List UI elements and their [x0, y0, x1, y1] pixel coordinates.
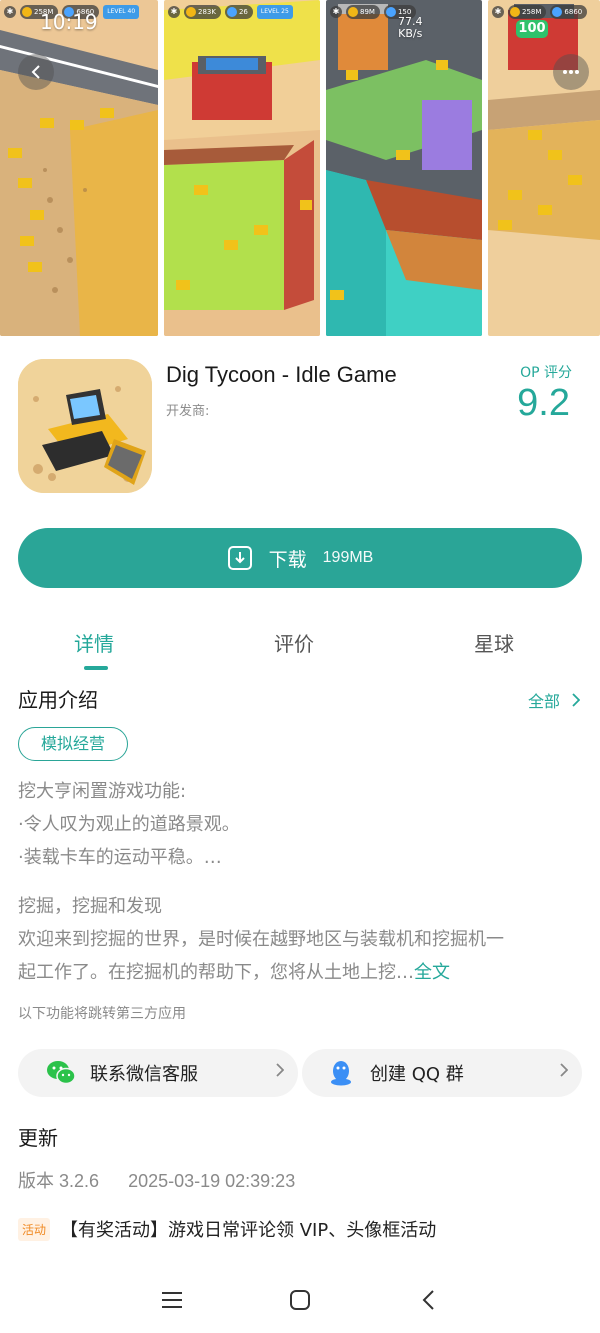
- wechat-icon: [46, 1058, 76, 1088]
- wechat-support-button[interactable]: 联系微信客服: [18, 1049, 298, 1097]
- nav-menu-button[interactable]: [152, 1280, 192, 1320]
- tab-active-indicator: [84, 666, 108, 670]
- screenshot-3[interactable]: ✱ 89M 150: [326, 0, 482, 336]
- home-icon: [290, 1290, 310, 1310]
- chevron-left-icon: [31, 65, 40, 79]
- activity-text: 【有奖活动】游戏日常评论领 VIP、头像框活动: [60, 1220, 437, 1241]
- back-icon: [422, 1290, 434, 1310]
- description-line: 挖掘，挖掘和发现: [18, 896, 162, 917]
- more-dots-icon: [563, 70, 579, 74]
- developer-label: 开发商:: [166, 404, 210, 419]
- update-date: 2025-03-19 02:39:23: [128, 1171, 296, 1191]
- update-title: 更新: [18, 1126, 58, 1150]
- download-icon: [227, 546, 252, 570]
- qq-icon: [326, 1058, 356, 1088]
- app-icon: [18, 359, 152, 493]
- read-more-link[interactable]: 全文: [414, 962, 450, 983]
- qq-group-label: 创建 QQ 群: [370, 1064, 464, 1085]
- gear-icon: ✱: [168, 6, 180, 18]
- activity-banner[interactable]: 活动 【有奖活动】游戏日常评论领 VIP、头像框活动: [18, 1216, 436, 1242]
- description-features: 挖大亨闲置游戏功能: ·令人叹为观止的道路景观。 ·装载卡车的运动平稳。…: [18, 775, 588, 874]
- qq-group-button[interactable]: 创建 QQ 群: [302, 1049, 582, 1097]
- level-badge: LEVEL 25: [256, 5, 293, 19]
- screenshot-2[interactable]: ✱ 283K 26 LEVEL 25: [164, 0, 320, 336]
- score-value: 9.2: [517, 382, 570, 424]
- intro-title: 应用介绍: [18, 688, 98, 712]
- tab-planet[interactable]: 星球: [474, 628, 514, 657]
- tab-reviews[interactable]: 评价: [274, 628, 314, 657]
- coin-counter: 89M: [346, 5, 380, 19]
- tab-details[interactable]: 详情: [74, 628, 114, 657]
- nav-home-button[interactable]: [280, 1280, 320, 1320]
- more-button[interactable]: [553, 54, 589, 90]
- description-body: 挖掘，挖掘和发现 欢迎来到挖掘的世界，是时候在越野地区与装载机和挖掘机一 起工作…: [18, 890, 588, 989]
- network-speed-unit: KB/s: [398, 27, 423, 40]
- gem-counter: 6860: [550, 5, 588, 19]
- description-text: 起工作了。在挖掘机的帮助下，您将从土地上挖…: [18, 962, 414, 983]
- score-label: OP 评分: [520, 365, 572, 381]
- gear-icon: ✱: [330, 6, 342, 18]
- coin-counter: 283K: [184, 5, 221, 19]
- download-button[interactable]: 下载 199MB: [18, 528, 582, 588]
- menu-icon: [162, 1292, 182, 1308]
- system-navbar: [0, 1266, 600, 1333]
- third-party-note: 以下功能将跳转第三方应用: [18, 1006, 186, 1022]
- chevron-right-icon: [276, 1061, 285, 1082]
- description-line: 挖大亨闲置游戏功能:: [18, 781, 187, 802]
- description-line: 起工作了。在挖掘机的帮助下，您将从土地上挖…全文: [18, 956, 588, 989]
- app-name: Dig Tycoon - Idle Game: [166, 362, 397, 387]
- chevron-right-icon: [560, 1061, 569, 1082]
- category-tag[interactable]: 模拟经营: [18, 727, 129, 761]
- screenshot-4[interactable]: ✱ 258M 6860: [488, 0, 600, 336]
- gear-icon: ✱: [492, 6, 504, 18]
- nav-back-button[interactable]: [408, 1280, 448, 1320]
- download-size: 199MB: [322, 549, 374, 566]
- chevron-right-icon: [572, 693, 580, 707]
- description-line: ·装载卡车的运动平稳。…: [18, 847, 222, 868]
- battery-indicator: 100: [516, 20, 548, 38]
- activity-badge: 活动: [18, 1217, 51, 1241]
- screenshot-gallery[interactable]: ✱ 258M 6860 LEVEL 40 ✱ 283K 26 LEVEL 25 …: [0, 0, 600, 338]
- download-label: 下载: [268, 548, 307, 571]
- view-all-label: 全部: [527, 692, 560, 711]
- network-speed: 77.4 KB/s: [398, 16, 423, 40]
- view-all-link[interactable]: 全部: [528, 688, 580, 712]
- level-badge: LEVEL 40: [103, 5, 140, 19]
- wechat-support-label: 联系微信客服: [90, 1064, 198, 1085]
- description-line: 欢迎来到挖掘的世界，是时候在越野地区与装载机和挖掘机一: [18, 929, 504, 950]
- screenshot-1[interactable]: ✱ 258M 6860 LEVEL 40: [0, 0, 158, 336]
- description-line: ·令人叹为观止的道路景观。: [18, 814, 240, 835]
- coin-counter: 258M: [508, 5, 547, 19]
- gear-icon: ✱: [4, 6, 16, 18]
- back-button[interactable]: [18, 54, 54, 90]
- version-info: 版本 3.2.6 2025-03-19 02:39:23: [18, 1167, 319, 1193]
- status-time: 10:19: [40, 10, 98, 34]
- version-number: 版本 3.2.6: [18, 1171, 100, 1191]
- gem-counter: 26: [224, 5, 253, 19]
